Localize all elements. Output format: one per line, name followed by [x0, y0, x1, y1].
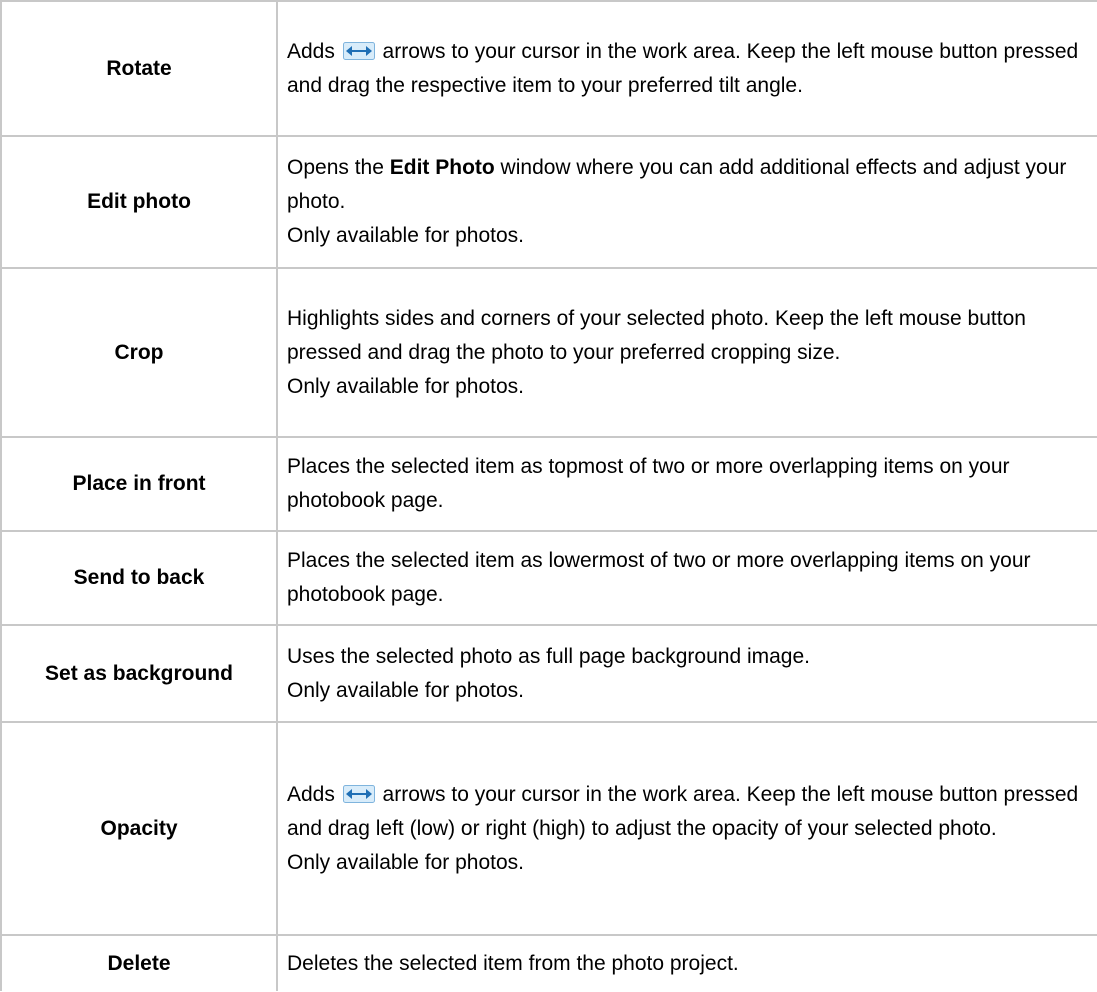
term-cell: Crop [0, 267, 277, 437]
description-text: Places the selected item as topmost of t… [287, 455, 1010, 512]
term-label: Place in front [72, 472, 206, 495]
horizontal-double-arrow-icon [342, 784, 375, 803]
term-cell: Opacity [0, 721, 277, 935]
term-label: Opacity [100, 816, 178, 840]
description-text: Uses the selected photo as full page bac… [287, 644, 811, 668]
description-cell: Opens the Edit Photo window where you ca… [276, 135, 1097, 268]
description-text: Opens the Edit Photo window where you ca… [287, 151, 1087, 219]
availability-note: Only available for photos. [287, 850, 524, 874]
table-row-send-to-back: Send to back Places the selected item as… [0, 530, 1097, 625]
description-cell: Places the selected item as topmost of t… [276, 436, 1097, 531]
term-label: Set as background [45, 661, 233, 685]
description-text-start: Adds [287, 782, 341, 806]
term-label: Delete [107, 951, 171, 975]
description-cell: Deletes the selected item from the photo… [276, 934, 1097, 991]
term-cell: Place in front [0, 436, 277, 531]
description-cell: Uses the selected photo as full page bac… [276, 624, 1097, 722]
table-row-rotate: Rotate Adds arrows to your cursor in the… [0, 0, 1097, 136]
horizontal-double-arrow-icon [342, 41, 375, 60]
term-label: Edit photo [87, 190, 191, 213]
description-cell: Adds arrows to your cursor in the work a… [276, 0, 1097, 136]
availability-note: Only available for photos. [287, 374, 524, 398]
description-text-start: Adds [287, 39, 341, 63]
term-label: Send to back [73, 566, 205, 589]
term-label: Rotate [106, 56, 172, 80]
term-cell: Rotate [0, 0, 277, 136]
description-cell: Places the selected item as lowermost of… [276, 530, 1097, 625]
table-row-crop: Crop Highlights sides and corners of you… [0, 267, 1097, 437]
availability-note: Only available for photos. [287, 224, 524, 247]
description-text-start: Opens the [287, 156, 390, 179]
help-table: Rotate Adds arrows to your cursor in the… [0, 0, 1097, 991]
table-row-set-as-background: Set as background Uses the selected phot… [0, 624, 1097, 722]
table-row-delete: Delete Deletes the selected item from th… [0, 934, 1097, 991]
table-row-opacity: Opacity Adds arrows to your cursor in th… [0, 721, 1097, 935]
description-cell: Highlights sides and corners of your sel… [276, 267, 1097, 437]
term-cell: Edit photo [0, 135, 277, 268]
description-text: Highlights sides and corners of your sel… [287, 306, 1026, 364]
term-label: Crop [114, 340, 164, 364]
availability-note: Only available for photos. [287, 678, 524, 702]
table-row-place-in-front: Place in front Places the selected item … [0, 436, 1097, 531]
description-text: Adds arrows to your cursor in the work a… [287, 35, 1087, 103]
description-text: Places the selected item as lowermost of… [287, 549, 1031, 606]
window-name: Edit Photo [389, 156, 495, 179]
description-text: Deletes the selected item from the photo… [287, 951, 739, 975]
description-text-end: arrows to your cursor in the work area. … [287, 39, 1079, 97]
term-cell: Set as background [0, 624, 277, 722]
term-cell: Send to back [0, 530, 277, 625]
table-row-edit-photo: Edit photo Opens the Edit Photo window w… [0, 135, 1097, 268]
description-cell: Adds arrows to your cursor in the work a… [276, 721, 1097, 935]
description-text-end: arrows to your cursor in the work area. … [287, 782, 1079, 840]
description-text: Adds arrows to your cursor in the work a… [287, 778, 1087, 846]
term-cell: Delete [0, 934, 277, 991]
